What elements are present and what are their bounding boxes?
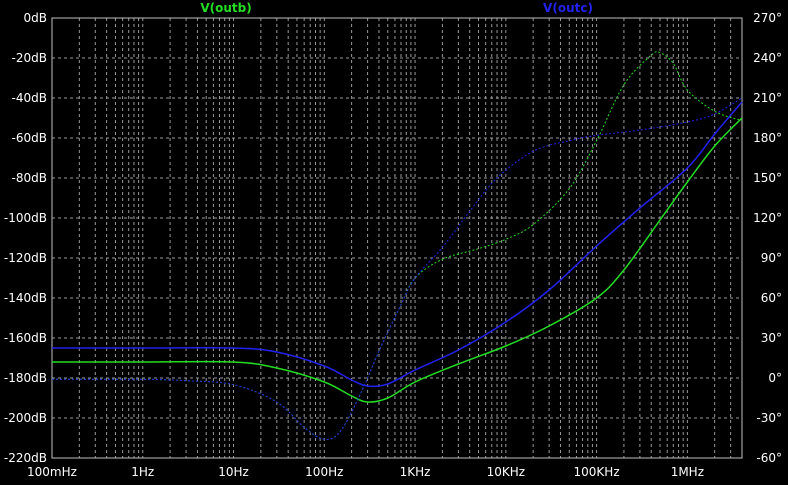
plot-background: [0, 0, 788, 485]
y-right-tick-label: 270°: [753, 11, 782, 25]
y-left-tick-label: -180dB: [4, 371, 47, 385]
x-tick-label: 100mHz: [27, 465, 77, 479]
y-right-tick-label: 120°: [753, 211, 782, 225]
y-left-tick-label: -220dB: [4, 451, 47, 465]
x-tick-label: 10Hz: [218, 465, 249, 479]
y-right-tick-label: 90°: [761, 251, 782, 265]
y-right-tick-label: 210°: [753, 91, 782, 105]
legend-v-outb: V(outb): [200, 1, 251, 15]
x-tick-label: 100KHz: [574, 465, 620, 479]
y-left-tick-label: -60dB: [12, 131, 47, 145]
y-right-tick-label: 60°: [761, 291, 782, 305]
y-right-tick-label: 150°: [753, 171, 782, 185]
y-right-tick-label: 240°: [753, 51, 782, 65]
y-left-tick-label: -160dB: [4, 331, 47, 345]
y-right-tick-label: 180°: [753, 131, 782, 145]
y-right-tick-label: 0°: [768, 371, 782, 385]
y-left-tick-label: -200dB: [4, 411, 47, 425]
y-right-tick-label: -30°: [756, 411, 782, 425]
y-right-tick-label: 30°: [761, 331, 782, 345]
x-tick-label: 1KHz: [400, 465, 431, 479]
y-left-tick-label: 0dB: [24, 11, 47, 25]
y-left-tick-label: -100dB: [4, 211, 47, 225]
legend-v-outc: V(outc): [543, 1, 593, 15]
y-left-tick-label: -140dB: [4, 291, 47, 305]
y-left-tick-label: -80dB: [12, 171, 47, 185]
x-tick-label: 10KHz: [487, 465, 525, 479]
x-tick-label: 1MHz: [671, 465, 704, 479]
y-left-tick-label: -120dB: [4, 251, 47, 265]
x-tick-label: 1Hz: [131, 465, 154, 479]
x-tick-label: 100Hz: [305, 465, 343, 479]
bode-plot: 100mHz 1Hz 10Hz 100Hz 1KHz 10KHz 100KHz 1MHz 0d…: [0, 0, 788, 485]
y-left-tick-label: -20dB: [12, 51, 47, 65]
y-right-tick-label: -60°: [756, 451, 782, 465]
y-left-tick-label: -40dB: [12, 91, 47, 105]
